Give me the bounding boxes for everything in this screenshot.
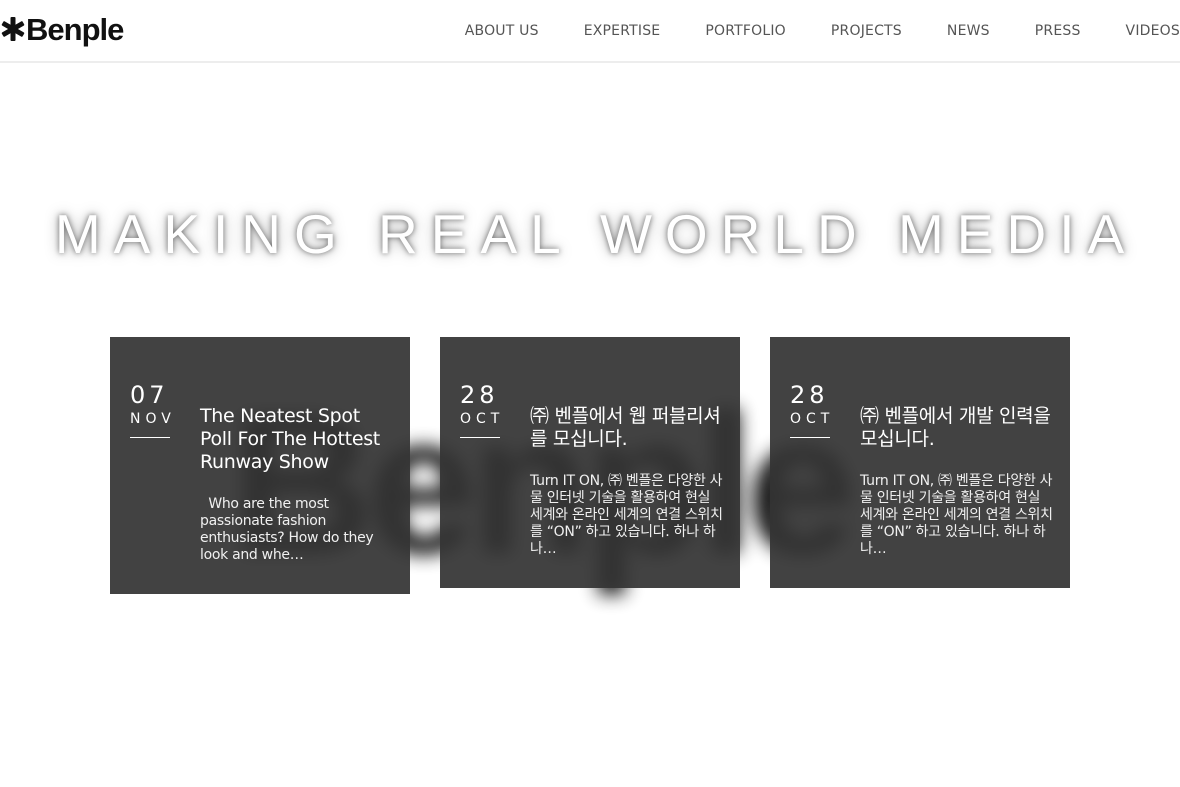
- nav-item-press[interactable]: PRESS: [1035, 23, 1081, 39]
- post-title[interactable]: ㈜ 벤플에서 웹 퍼블리셔를 모십니다.: [530, 405, 725, 451]
- post-date-day: 28: [790, 381, 829, 409]
- nav-item-videos[interactable]: VIDEOS: [1126, 23, 1180, 39]
- main-nav: ABOUT US EXPERTISE PORTFOLIO PROJECTS NE…: [465, 0, 1180, 61]
- post-date-day: 07: [130, 381, 169, 409]
- date-divider: [790, 437, 830, 438]
- hero-title: MAKING REAL WORLD MEDIA: [54, 203, 1138, 265]
- asterisk-star-icon: [1, 17, 25, 41]
- nav-item-about-us[interactable]: ABOUT US: [465, 23, 539, 39]
- nav-item-projects[interactable]: PROJECTS: [831, 23, 902, 39]
- post-excerpt: Turn IT ON, ㈜ 벤플은 다양한 사물 인터넷 기술을 활용하여 현실…: [530, 473, 723, 557]
- post-excerpt: Who are the most passionate fashion enth…: [200, 496, 374, 563]
- hero: MAKING REAL WORLD MEDIA: [0, 202, 1180, 266]
- nav-item-news[interactable]: NEWS: [947, 23, 990, 39]
- post-title[interactable]: ㈜ 벤플에서 개발 인력을 모십니다.: [860, 405, 1055, 451]
- date-divider: [130, 437, 170, 438]
- post-body: The Neatest Spot Poll For The Hottest Ru…: [200, 405, 395, 564]
- post-body: ㈜ 벤플에서 개발 인력을 모십니다. Turn IT ON, ㈜ 벤플은 다양…: [860, 405, 1055, 558]
- post-body: ㈜ 벤플에서 웹 퍼블리셔를 모십니다. Turn IT ON, ㈜ 벤플은 다…: [530, 405, 725, 558]
- post-date-month: NOV: [130, 411, 176, 427]
- nav-item-portfolio[interactable]: PORTFOLIO: [705, 23, 786, 39]
- page: Benple ABOUT US EXPERTISE PORTFOLIO PROJ…: [0, 0, 1180, 787]
- nav-item-expertise[interactable]: EXPERTISE: [584, 23, 661, 39]
- post-date: 28 OCT: [460, 381, 500, 438]
- post-date-month: OCT: [790, 411, 835, 427]
- post-card[interactable]: 28 OCT ㈜ 벤플에서 웹 퍼블리셔를 모십니다. Turn IT ON, …: [440, 337, 740, 588]
- date-divider: [460, 437, 500, 438]
- post-title[interactable]: The Neatest Spot Poll For The Hottest Ru…: [200, 405, 395, 474]
- post-card[interactable]: 28 OCT ㈜ 벤플에서 개발 인력을 모십니다. Turn IT ON, ㈜…: [770, 337, 1070, 588]
- post-excerpt: Turn IT ON, ㈜ 벤플은 다양한 사물 인터넷 기술을 활용하여 현실…: [860, 473, 1053, 557]
- post-date-day: 28: [460, 381, 499, 409]
- post-card[interactable]: 07 NOV The Neatest Spot Poll For The Hot…: [110, 337, 410, 594]
- post-date: 28 OCT: [790, 381, 830, 438]
- logo-wordmark: Benple: [26, 11, 124, 47]
- post-date: 07 NOV: [130, 381, 176, 438]
- site-logo[interactable]: Benple: [0, 10, 124, 48]
- site-header: Benple ABOUT US EXPERTISE PORTFOLIO PROJ…: [0, 0, 1180, 63]
- post-date-month: OCT: [460, 411, 505, 427]
